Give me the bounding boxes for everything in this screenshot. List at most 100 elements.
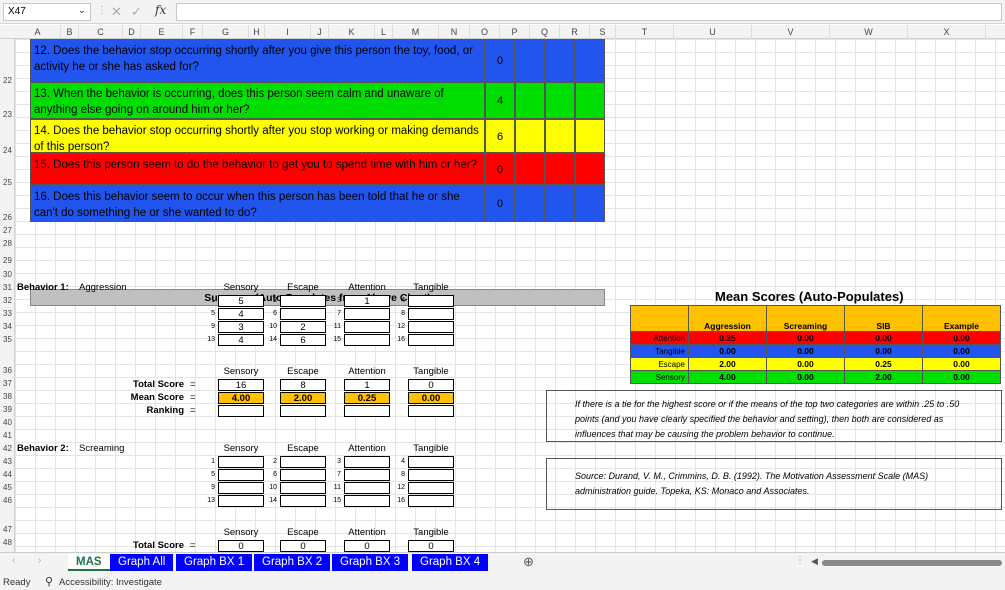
column-header-J[interactable]: J (311, 25, 329, 39)
row-header-45[interactable]: 45 (0, 483, 15, 492)
row-header-32[interactable]: 32 (0, 296, 15, 305)
question-cell[interactable] (515, 185, 545, 222)
score-cell[interactable] (408, 321, 454, 333)
row-header-47[interactable]: 47 (0, 525, 15, 534)
score-cell[interactable] (280, 456, 326, 468)
total-score-cell[interactable]: 8 (280, 379, 326, 391)
column-header-T[interactable]: T (616, 25, 674, 39)
question-cell[interactable] (515, 82, 545, 119)
question-cell[interactable] (545, 119, 575, 153)
column-header-C[interactable]: C (79, 25, 123, 39)
worksheet-grid[interactable]: 12. Does the behavior stop occurring sho… (15, 39, 1005, 552)
row-header-46[interactable]: 46 (0, 496, 15, 505)
add-sheet-icon[interactable]: ⊕ (523, 554, 534, 570)
row-header-38[interactable]: 38 (0, 392, 15, 401)
function-icon[interactable]: fx (155, 3, 166, 17)
row-header-40[interactable]: 40 (0, 418, 15, 427)
score-cell[interactable] (344, 482, 390, 494)
column-header-K[interactable]: K (329, 25, 375, 39)
column-header-U[interactable]: U (674, 25, 752, 39)
score-cell[interactable] (408, 308, 454, 320)
score-cell[interactable]: 6 (280, 334, 326, 346)
score-cell[interactable]: 3 (218, 321, 264, 333)
total-score-cell[interactable]: 0 (344, 540, 390, 552)
check-icon[interactable]: ✓ (131, 4, 142, 20)
column-header-X[interactable]: X (908, 25, 986, 39)
sheet-tab-graph-bx-1[interactable]: Graph BX 1 (176, 554, 253, 571)
question-cell[interactable] (545, 153, 575, 185)
question-12-score[interactable]: 0 (485, 39, 515, 82)
total-score-cell[interactable]: 1 (344, 379, 390, 391)
column-header-B[interactable]: B (61, 25, 79, 39)
row-header-24[interactable]: 24 (0, 146, 15, 155)
column-header-W[interactable]: W (830, 25, 908, 39)
score-cell[interactable] (218, 482, 264, 494)
score-cell[interactable] (408, 295, 454, 307)
question-14-score[interactable]: 6 (485, 119, 515, 153)
column-header-D[interactable]: D (123, 25, 141, 39)
row-header-28[interactable]: 28 (0, 239, 15, 248)
score-cell[interactable] (218, 469, 264, 481)
score-cell[interactable]: 4 (218, 334, 264, 346)
question-cell[interactable] (515, 153, 545, 185)
cancel-icon[interactable]: ✕ (111, 4, 122, 20)
sheet-tab-graph-bx-3[interactable]: Graph BX 3 (332, 554, 409, 571)
question-cell[interactable] (575, 82, 605, 119)
score-cell[interactable] (280, 482, 326, 494)
score-cell[interactable] (408, 334, 454, 346)
scroll-left-arrow-icon[interactable]: ◀ (811, 556, 818, 567)
score-cell[interactable] (218, 456, 264, 468)
column-header-S[interactable]: S (590, 25, 616, 39)
horizontal-scrollbar[interactable] (822, 560, 1002, 566)
mean-score-cell[interactable]: 0.25 (344, 392, 390, 404)
row-header-23[interactable]: 23 (0, 110, 15, 119)
column-header-P[interactable]: P (500, 25, 530, 39)
mean-score-cell[interactable]: 4.00 (218, 392, 264, 404)
total-score-cell[interactable]: 0 (280, 540, 326, 552)
accessibility-status[interactable]: Accessibility: Investigate (59, 577, 162, 588)
ranking-cell[interactable] (408, 405, 454, 417)
row-header-34[interactable]: 34 (0, 322, 15, 331)
column-header-Q[interactable]: Q (530, 25, 560, 39)
row-header-33[interactable]: 33 (0, 309, 15, 318)
question-16-score[interactable]: 0 (485, 185, 515, 222)
mean-score-cell[interactable]: 2.00 (280, 392, 326, 404)
row-header-36[interactable]: 36 (0, 366, 15, 375)
question-cell[interactable] (575, 119, 605, 153)
row-header-27[interactable]: 27 (0, 226, 15, 235)
ranking-cell[interactable] (280, 405, 326, 417)
score-cell[interactable] (344, 321, 390, 333)
row-header-39[interactable]: 39 (0, 405, 15, 414)
more-icon[interactable]: ⋮ (795, 555, 805, 566)
row-header-29[interactable]: 29 (0, 256, 15, 265)
score-cell[interactable] (408, 469, 454, 481)
row-header-37[interactable]: 37 (0, 379, 15, 388)
question-cell[interactable] (515, 39, 545, 82)
score-cell[interactable]: 5 (218, 295, 264, 307)
column-header-A[interactable]: A (15, 25, 61, 39)
column-header-N[interactable]: N (439, 25, 470, 39)
score-cell[interactable]: 1 (344, 295, 390, 307)
scroll-left-icon[interactable]: ‹ (12, 555, 15, 566)
row-header-48[interactable]: 48 (0, 538, 15, 547)
column-header-O[interactable]: O (470, 25, 500, 39)
sheet-tab-graph-all[interactable]: Graph All (110, 554, 174, 571)
score-cell[interactable] (344, 495, 390, 507)
total-score-cell[interactable]: 0 (408, 379, 454, 391)
column-header-E[interactable]: E (141, 25, 183, 39)
score-cell[interactable] (344, 334, 390, 346)
score-cell[interactable] (408, 495, 454, 507)
row-header-41[interactable]: 41 (0, 431, 15, 440)
column-header-H[interactable]: H (249, 25, 265, 39)
sheet-tab-graph-bx-4[interactable]: Graph BX 4 (412, 554, 489, 571)
question-cell[interactable] (515, 119, 545, 153)
accessibility-icon[interactable]: ⚲ (45, 575, 53, 588)
sheet-tab-mas[interactable]: MAS (68, 554, 110, 571)
column-header-R[interactable]: R (560, 25, 590, 39)
question-cell[interactable] (575, 39, 605, 82)
score-cell[interactable] (280, 469, 326, 481)
scroll-right-icon[interactable]: › (38, 555, 41, 566)
row-header-42[interactable]: 42 (0, 444, 15, 453)
question-cell[interactable] (575, 153, 605, 185)
formula-input[interactable] (176, 3, 1002, 21)
